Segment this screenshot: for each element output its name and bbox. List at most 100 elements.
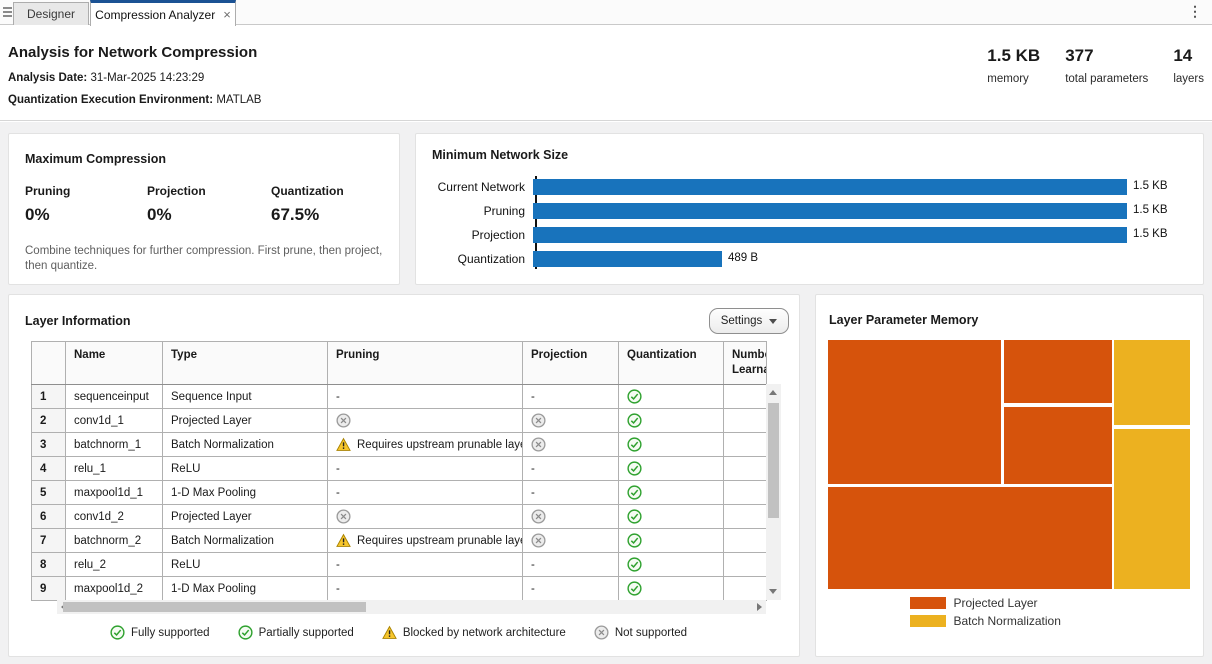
projection-cell xyxy=(523,529,619,553)
page-title: Analysis for Network Compression xyxy=(8,44,257,61)
hamburger-icon[interactable] xyxy=(3,7,12,18)
chart-bar-row: Current Network1.5 KB xyxy=(416,175,1193,199)
pruning-cell: - xyxy=(328,481,523,505)
table-row[interactable]: 1sequenceinputSequence Input-- xyxy=(32,385,767,409)
row-number-cell: 4 xyxy=(32,457,66,481)
memory-legend-item: Batch Normalization xyxy=(910,614,1110,628)
pruning-cell xyxy=(328,505,523,529)
pruning-cell: - xyxy=(328,457,523,481)
more-options-icon[interactable]: ⋮ xyxy=(1188,3,1202,20)
bar-value-label: 1.5 KB xyxy=(1133,180,1168,192)
support-legend: Fully supportedPartially supportedBlocke… xyxy=(31,625,766,640)
projection-cell xyxy=(523,505,619,529)
bar-track: 489 B xyxy=(531,251,1193,267)
close-tab-icon[interactable]: × xyxy=(223,8,231,21)
layer-name-cell: relu_1 xyxy=(66,457,163,481)
table-row[interactable]: 9maxpool1d_21-D Max Pooling-- xyxy=(32,577,767,601)
column-header: Number ofLearnables xyxy=(724,342,767,385)
support-legend-item: Partially supported xyxy=(238,625,354,640)
treemap-rect[interactable] xyxy=(1114,340,1190,425)
check-icon xyxy=(627,533,642,548)
learnables-cell xyxy=(724,409,767,433)
quantization-cell xyxy=(619,553,724,577)
treemap-rect[interactable] xyxy=(828,487,1112,589)
table-row[interactable]: 6conv1d_2Projected Layer xyxy=(32,505,767,529)
check-icon xyxy=(627,389,642,404)
tab-compression-analyzer[interactable]: Compression Analyzer × xyxy=(90,0,236,26)
maximum-compression-title: Maximum Compression xyxy=(25,152,166,166)
scroll-down-icon[interactable] xyxy=(769,589,777,594)
status-text: - xyxy=(531,559,535,571)
scroll-up-icon[interactable] xyxy=(769,390,777,395)
table-header-row: NameTypePruningProjectionQuantizationNum… xyxy=(32,342,767,385)
treemap-rect[interactable] xyxy=(828,340,1001,484)
status-text: - xyxy=(336,487,340,499)
layer-type-cell: Batch Normalization xyxy=(163,433,328,457)
table-row[interactable]: 7batchnorm_2Batch NormalizationRequires … xyxy=(32,529,767,553)
layer-type-cell: ReLU xyxy=(163,553,328,577)
summary-stat: 377total parameters xyxy=(1065,46,1148,85)
scroll-right-icon[interactable] xyxy=(757,603,762,611)
check-icon xyxy=(627,461,642,476)
check-icon xyxy=(110,625,125,640)
pruning-cell: - xyxy=(328,553,523,577)
horizontal-scrollbar-thumb[interactable] xyxy=(63,602,366,612)
layer-information-title: Layer Information xyxy=(25,314,131,328)
support-legend-label: Blocked by network architecture xyxy=(403,627,566,639)
memory-legend-item: Projected Layer xyxy=(910,596,1110,610)
layer-type-cell: Batch Normalization xyxy=(163,529,328,553)
check-icon xyxy=(627,413,642,428)
table-row[interactable]: 3batchnorm_1Batch NormalizationRequires … xyxy=(32,433,767,457)
legend-swatch xyxy=(910,615,946,627)
column-header: Type xyxy=(163,342,328,385)
vertical-scrollbar-thumb[interactable] xyxy=(768,403,779,518)
metric-label: Pruning xyxy=(25,184,147,198)
treemap-rect[interactable] xyxy=(1004,340,1112,403)
column-header: Name xyxy=(66,342,163,385)
bar-track: 1.5 KB xyxy=(531,227,1193,243)
metric-label: Projection xyxy=(147,184,271,198)
quantization-cell xyxy=(619,457,724,481)
layer-information-panel: Layer Information Settings NameTypePruni… xyxy=(8,294,800,657)
vertical-scrollbar[interactable] xyxy=(766,384,781,600)
table-row[interactable]: 8relu_2ReLU-- xyxy=(32,553,767,577)
status-text: - xyxy=(336,391,340,403)
horizontal-scrollbar[interactable] xyxy=(57,600,766,614)
layer-name-cell: batchnorm_1 xyxy=(66,433,163,457)
status-text: Requires upstream prunable layer xyxy=(357,439,523,451)
memory-bar xyxy=(533,227,1127,243)
status-text: - xyxy=(336,559,340,571)
treemap-rect[interactable] xyxy=(1114,429,1190,589)
projection-cell: - xyxy=(523,553,619,577)
status-text: - xyxy=(336,463,340,475)
support-legend-label: Not supported xyxy=(615,627,687,639)
analysis-date-label: Analysis Date: xyxy=(8,72,87,84)
projection-cell: - xyxy=(523,481,619,505)
bar-track: 1.5 KB xyxy=(531,203,1193,219)
layer-name-cell: conv1d_1 xyxy=(66,409,163,433)
warning-icon xyxy=(336,437,351,452)
check-icon xyxy=(238,625,253,640)
layer-table-body: 1sequenceinputSequence Input--2conv1d_1P… xyxy=(32,385,767,601)
metric-value: 67.5% xyxy=(271,205,344,225)
layer-type-cell: 1-D Max Pooling xyxy=(163,481,328,505)
column-header: Pruning xyxy=(328,342,523,385)
memory-bar xyxy=(533,179,1127,195)
layer-name-cell: conv1d_2 xyxy=(66,505,163,529)
compression-metric: Projection0% xyxy=(147,184,271,225)
not-supported-icon xyxy=(531,437,546,452)
tab-designer[interactable]: Designer xyxy=(13,2,89,25)
bar-value-label: 1.5 KB xyxy=(1133,204,1168,216)
summary-stat: 1.5 KBmemory xyxy=(987,46,1040,85)
table-row[interactable]: 2conv1d_1Projected Layer xyxy=(32,409,767,433)
table-row[interactable]: 4relu_1ReLU-- xyxy=(32,457,767,481)
row-number-cell: 2 xyxy=(32,409,66,433)
treemap-rect[interactable] xyxy=(1004,407,1112,484)
settings-button[interactable]: Settings xyxy=(709,308,789,334)
warning-icon xyxy=(382,625,397,640)
layer-name-cell: sequenceinput xyxy=(66,385,163,409)
table-row[interactable]: 5maxpool1d_11-D Max Pooling-- xyxy=(32,481,767,505)
check-icon xyxy=(627,509,642,524)
memory-legend: Projected Layer Batch Normalization xyxy=(816,596,1203,628)
bar-category-label: Quantization xyxy=(416,252,531,266)
